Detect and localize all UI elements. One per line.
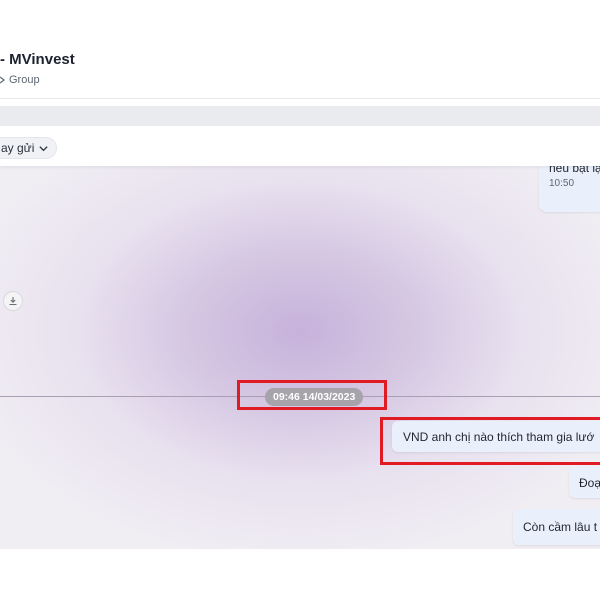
- sort-filter-label: ay gửi: [1, 141, 35, 155]
- message-bubble[interactable]: Còn cầm lâu t: [513, 509, 600, 545]
- highlight-box-message: [380, 417, 600, 465]
- conversation-title[interactable]: - MVinvest: [0, 51, 75, 68]
- download-icon: [9, 297, 17, 306]
- group-label: Group: [9, 74, 40, 86]
- message-text: Còn cầm lâu t: [523, 520, 598, 534]
- message-time: 10:50: [549, 178, 575, 189]
- conversation-subtitle[interactable]: Group: [0, 74, 40, 86]
- chat-header: - MVinvest Group: [0, 0, 600, 99]
- message-bubble[interactable]: nếu bật lạ 10:50: [539, 166, 600, 212]
- chevron-right-icon: [0, 76, 5, 84]
- message-text: Đoạ: [579, 475, 600, 490]
- filter-bar: ay gửi: [0, 126, 600, 166]
- composer-area: [0, 549, 600, 600]
- chat-messages-area[interactable]: nếu bật lạ 10:50 09:46 14/03/2023 VND an…: [0, 166, 600, 549]
- sort-filter-button[interactable]: ay gửi: [0, 137, 58, 159]
- download-button[interactable]: [3, 291, 23, 311]
- pinned-bar: [0, 106, 600, 126]
- chevron-down-icon: [39, 145, 49, 151]
- message-bubble[interactable]: Đoạ: [569, 467, 600, 498]
- highlight-box-date: [237, 380, 387, 410]
- message-text: nếu bật lạ: [549, 166, 600, 175]
